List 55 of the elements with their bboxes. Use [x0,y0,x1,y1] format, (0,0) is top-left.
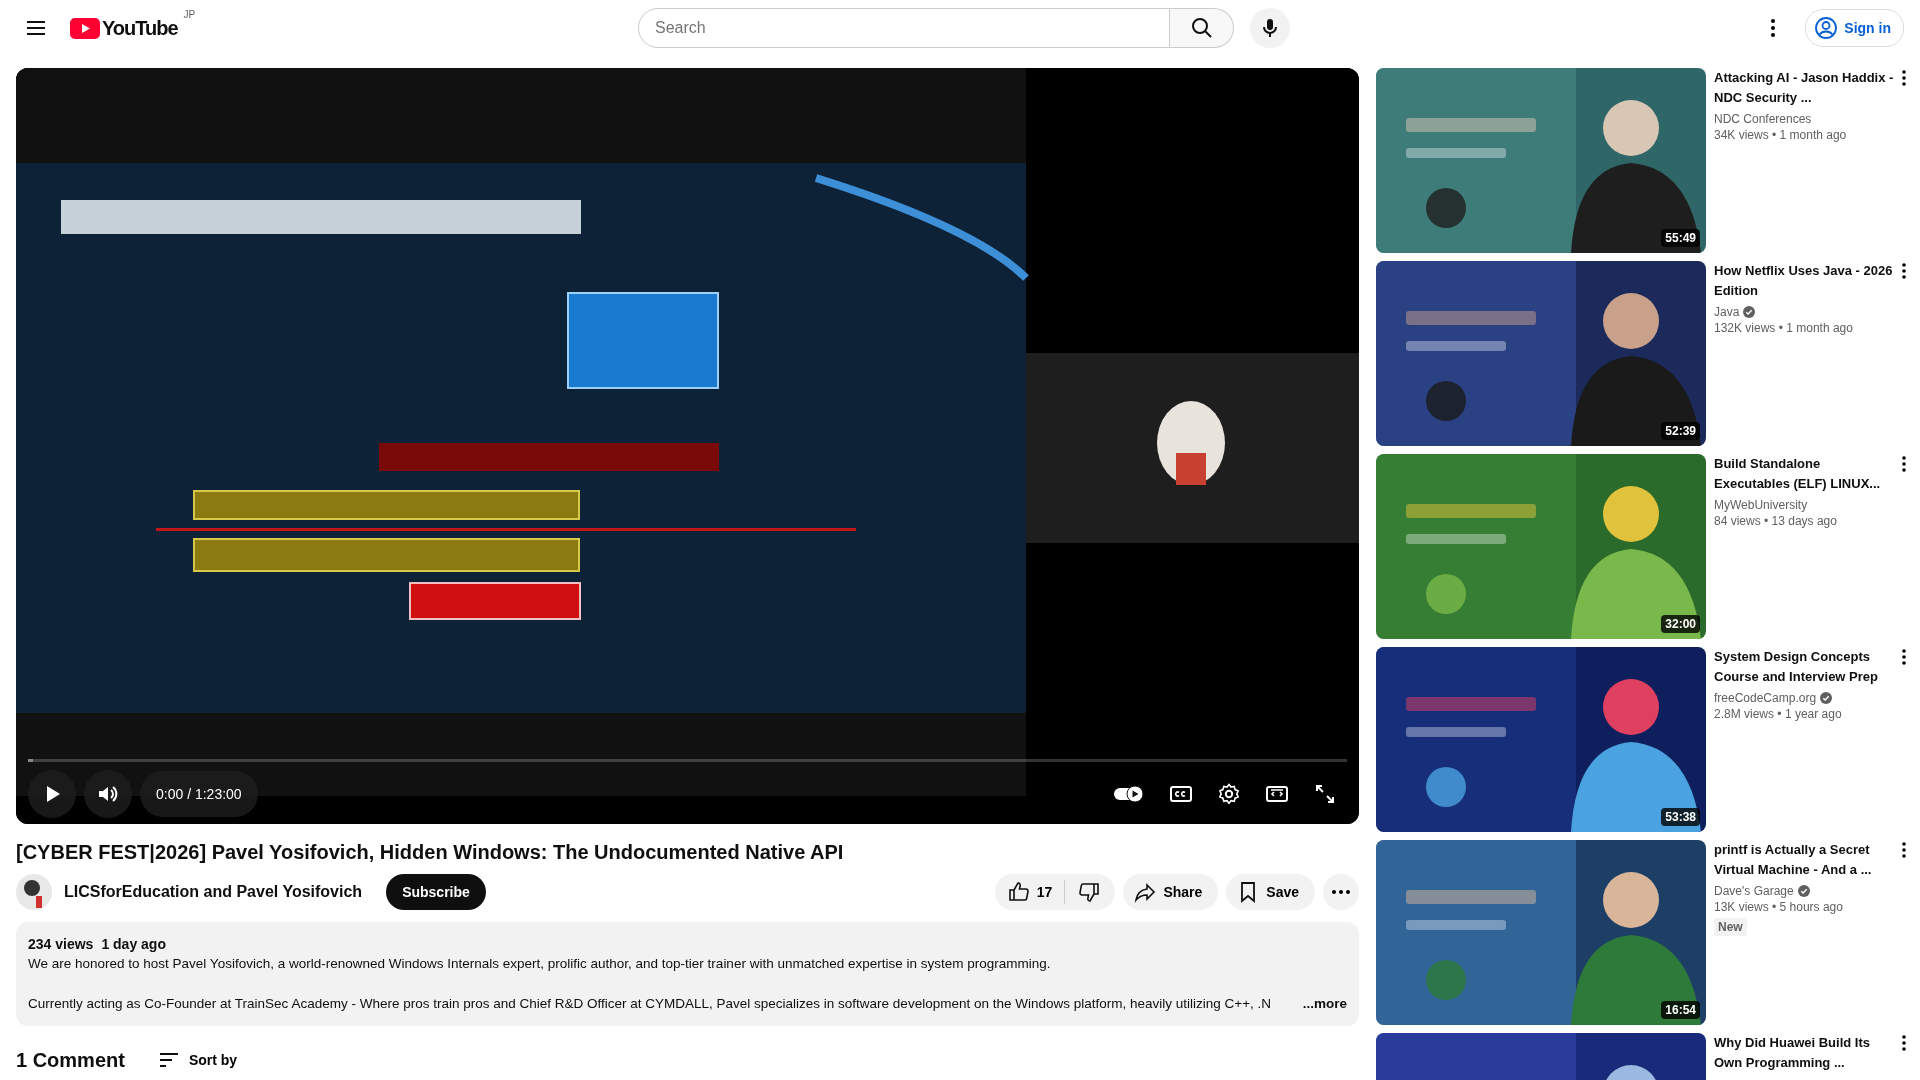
fullscreen-icon[interactable] [1313,782,1337,806]
video-title[interactable]: Why Did Huawei Build Its Own Programming ... [1714,1033,1894,1073]
video-duration: 52:39 [1661,422,1700,440]
video-stats: 132K views • 1 month ago [1714,321,1853,335]
more-link[interactable]: ...more [1302,994,1347,1014]
search-icon [1189,16,1214,40]
video-title[interactable]: System Design Concepts Course and Interview Prep [1714,647,1894,687]
search-field[interactable]: Search [638,8,1170,48]
upload-date: 1 day ago [101,935,166,954]
video-stats: 84 views • 13 days ago [1714,514,1837,528]
video-title[interactable]: Build Standalone Executables (ELF) LINUX... [1714,454,1894,494]
video-stats: 13K views • 5 hours ago [1714,900,1843,914]
video-title: [CYBER FEST|2026] Pavel Yosifovich, Hidden Windows: The Undocumented Native API [16,840,845,865]
channel-name[interactable]: MyWebUniversity [1714,498,1808,512]
play-logo-icon [70,17,100,39]
search-button[interactable] [1170,8,1234,48]
time-display: 0:00 / 1:23:00 [140,771,258,817]
video-title[interactable]: printf is Actually a Secret Virtual Machine - And a ... [1714,840,1894,880]
video-duration: 53:38 [1661,808,1700,826]
video-duration: 16:54 [1661,1001,1700,1019]
user-icon [1814,16,1839,40]
channel-name[interactable]: freeCodeCamp.org [1714,691,1833,705]
video-duration: 55:49 [1661,229,1700,247]
channel-name[interactable]: Java [1714,305,1756,319]
autoplay-toggle[interactable] [1113,784,1145,804]
channel-avatar[interactable] [16,874,52,910]
channel-name[interactable]: NDC Conferences [1714,112,1812,126]
video-stats: 34K views • 1 month ago [1714,128,1847,142]
video-stats: 2.8M views • 1 year ago [1714,707,1842,721]
region-code: JP [183,8,196,20]
new-badge: New [1714,918,1747,936]
video-title[interactable]: Attacking AI - Jason Haddix - NDC Security ... [1714,68,1894,108]
video-duration: 32:00 [1661,615,1700,633]
channel-name[interactable]: LICSforEducation and Pavel Yosifovich [64,883,363,901]
subscribe-button[interactable]: Subscribe [386,874,486,910]
sort-button[interactable]: Sort by [156,1048,238,1072]
save-button[interactable]: Save [1226,874,1315,910]
more-icon [1332,890,1350,894]
logo-text[interactable]: YouTube [102,16,178,40]
more-actions-button[interactable] [1323,874,1359,910]
description-text: We are honored to host Pavel Yosifovich, a world-renowned Windows Internals expert, prolific author, and top-tier trainer with unmatched expertise in system programming. [28,955,1052,973]
progress-track[interactable] [28,759,1347,762]
comment-count: 1 Comment [16,1048,125,1072]
view-count: 234 views [28,935,94,954]
video-title[interactable]: How Netflix Uses Java - 2026 Edition [1714,261,1894,301]
like-button[interactable]: 17 [994,874,1065,910]
microphone-button[interactable] [1250,8,1290,48]
share-icon [1133,880,1158,904]
channel-name[interactable]: Dave's Garage [1714,884,1810,898]
sign-in-button[interactable]: Sign in [1805,9,1904,47]
thumbs-up-icon [1006,880,1031,904]
description-text: Currently acting as Co-Founder at TrainSec Academy - Where pros train pros and Chief R&D Officer at CYMDALL, Pavel specializes in software development on the Windows platform, heavily utilizing C++, .N [28,995,1272,1013]
share-button[interactable]: Share [1123,874,1219,910]
dislike-icon[interactable] [1077,880,1102,904]
settings-icon[interactable] [1217,782,1241,806]
